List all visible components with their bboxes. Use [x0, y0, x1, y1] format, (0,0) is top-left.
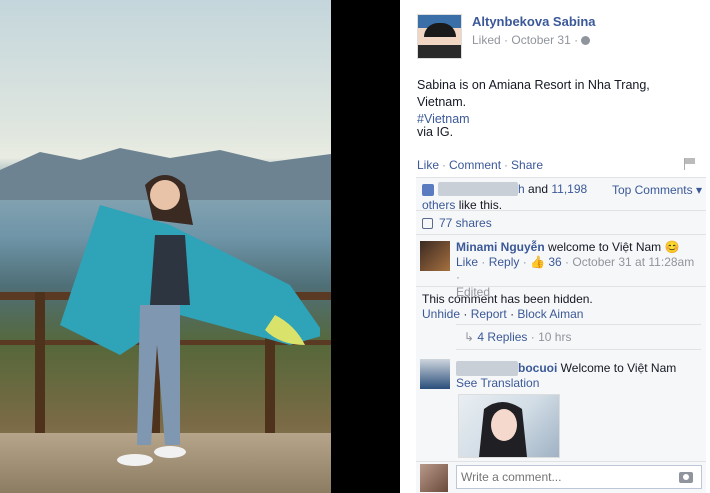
comment-reply-link[interactable]: Reply	[489, 255, 520, 269]
like-link[interactable]: Like	[417, 158, 439, 172]
likes-row: h and 11,198 others like this. Top Comme…	[416, 178, 706, 212]
post-photo[interactable]	[0, 0, 331, 493]
woman-with-flag-figure	[60, 175, 320, 466]
hidden-comment-text: This comment has been hidden.	[422, 292, 593, 306]
via-text: via IG.	[417, 125, 454, 139]
comment-like-link[interactable]: Like	[456, 255, 478, 269]
post-actions: Like · Comment · Share	[417, 158, 544, 172]
post-meta: Liked · October 31 ·	[472, 33, 596, 47]
comments-area: h and 11,198 others like this. Top Comme…	[416, 177, 706, 493]
comment-composer	[416, 461, 706, 493]
shares-row: 77 shares	[416, 211, 706, 235]
report-link[interactable]: Report	[471, 307, 507, 321]
see-translation-link[interactable]: See Translation	[456, 376, 539, 390]
comment-like-count[interactable]: 👍 36	[530, 255, 562, 269]
unhide-link[interactable]: Unhide	[422, 307, 460, 321]
comment-item: bocuoi Welcome to Việt Nam See Translati…	[416, 356, 706, 466]
comment-photo[interactable]	[458, 394, 560, 458]
post-header: Altynbekova Sabina Liked · October 31 ·	[417, 14, 596, 59]
comment-photo-illustration	[479, 402, 527, 457]
comment-input-wrapper[interactable]	[456, 465, 702, 489]
block-link[interactable]: Block Aiman	[517, 307, 583, 321]
comment-text: Welcome to Việt Nam	[557, 361, 677, 375]
commenter-avatar[interactable]	[420, 359, 450, 389]
hashtag-link[interactable]: #Vietnam	[417, 111, 702, 128]
top-comments-dropdown[interactable]: Top Comments ▾	[612, 183, 702, 197]
comment-link[interactable]: Comment	[449, 158, 501, 172]
author-name[interactable]: Altynbekova Sabina	[472, 14, 596, 29]
reply-arrow-icon: ↳	[464, 330, 475, 344]
comment-text: welcome to Việt Nam 😊	[544, 240, 680, 254]
like-count[interactable]: 11,198	[551, 182, 587, 196]
photo-gap	[331, 0, 400, 493]
likers-link[interactable]: h	[518, 182, 525, 196]
liked-label: Liked	[472, 33, 501, 47]
comment-author[interactable]: bocuoi	[518, 361, 557, 375]
shares-link[interactable]: 77 shares	[439, 216, 492, 230]
current-user-avatar	[420, 464, 448, 492]
hidden-comment: This comment has been hidden. Unhide · R…	[422, 292, 593, 321]
profile-avatar[interactable]	[417, 14, 462, 59]
share-link[interactable]: Share	[511, 158, 543, 172]
replies-time: 10 hrs	[538, 330, 572, 344]
flag-icon[interactable]	[684, 158, 696, 170]
share-icon	[422, 218, 433, 230]
comment-time[interactable]: October 31 at 11:28am	[572, 255, 694, 269]
replies-link[interactable]: 4 Replies	[477, 330, 527, 344]
replies-row[interactable]: ↳ 4 Replies · 10 hrs	[456, 324, 701, 350]
post-date[interactable]: October 31	[511, 33, 570, 47]
others-link[interactable]: others	[422, 198, 455, 212]
post-text: Sabina is on Amiana Resort in Nha Trang,…	[417, 77, 702, 128]
commenter-avatar[interactable]	[420, 241, 450, 271]
globe-icon	[581, 36, 591, 46]
camera-icon[interactable]	[679, 472, 693, 483]
post-panel: Altynbekova Sabina Liked · October 31 · …	[400, 0, 710, 493]
thumbs-up-icon	[422, 183, 434, 196]
comment-author[interactable]: Minami Nguyễn	[456, 240, 545, 254]
comment-item: Minami Nguyễn welcome to Việt Nam 😊 Like…	[416, 235, 706, 299]
comment-input[interactable]	[457, 466, 667, 488]
